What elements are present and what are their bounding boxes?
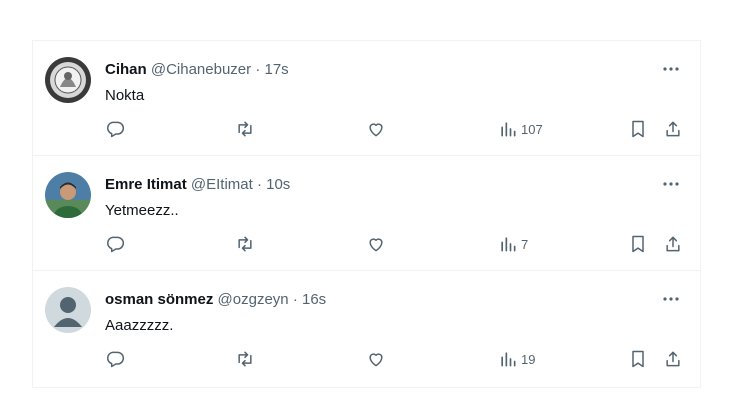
timestamp[interactable]: 16s <box>302 291 326 308</box>
user-handle[interactable]: @ozgzeyn <box>218 291 289 308</box>
more-icon[interactable] <box>660 59 682 79</box>
display-name[interactable]: osman sönmez <box>105 291 213 308</box>
retweet-icon <box>238 351 252 367</box>
timestamp[interactable]: 10s <box>266 176 290 193</box>
retweet-button[interactable] <box>235 349 255 369</box>
views-count: 107 <box>521 121 543 137</box>
reply-button[interactable] <box>105 234 125 254</box>
tweet-actions: 7 <box>33 234 700 258</box>
separator-dot: · <box>292 291 298 308</box>
views-icon <box>501 237 516 252</box>
avatar[interactable] <box>45 172 91 218</box>
avatar[interactable] <box>45 287 91 333</box>
bookmark-button[interactable] <box>628 119 648 139</box>
like-icon <box>369 353 383 367</box>
tweet-text: Nokta <box>105 87 145 104</box>
bookmark-icon <box>632 120 644 138</box>
bookmark-icon <box>632 350 644 368</box>
bookmark-button[interactable] <box>628 234 648 254</box>
reply-icon <box>107 121 125 138</box>
share-icon <box>666 351 680 367</box>
views-icon <box>501 122 516 137</box>
share-icon <box>666 121 680 137</box>
user-handle[interactable]: @Cihanebuzer <box>151 61 251 78</box>
reply-button[interactable] <box>105 119 125 139</box>
tweet-header: Cihan @Cihanebuzer · 17s <box>105 60 289 80</box>
tweet-text: Yetmeezz.. <box>105 202 179 219</box>
tweet-text: Aaazzzzz. <box>105 317 174 334</box>
tweet-feed: Cihan @Cihanebuzer · 17s Nokta 107 Emre … <box>32 40 701 388</box>
bookmark-icon <box>632 235 644 253</box>
like-icon <box>369 123 383 137</box>
tweet[interactable]: Emre Itimat @EItimat · 10s Yetmeezz.. 7 <box>33 156 700 271</box>
views-icon <box>501 352 516 367</box>
views-button[interactable]: 7 <box>498 234 528 254</box>
tweet-header: Emre Itimat @EItimat · 10s <box>105 175 290 195</box>
reply-button[interactable] <box>105 349 125 369</box>
like-button[interactable] <box>366 119 386 139</box>
retweet-icon <box>238 236 252 252</box>
tweet[interactable]: Cihan @Cihanebuzer · 17s Nokta 107 <box>33 41 700 156</box>
separator-dot: · <box>256 176 262 193</box>
tweet-actions: 107 <box>33 119 700 143</box>
user-handle[interactable]: @EItimat <box>191 176 253 193</box>
views-count: 19 <box>521 351 536 367</box>
tweet-header: osman sönmez @ozgzeyn · 16s <box>105 290 326 310</box>
like-icon <box>369 238 383 252</box>
display-name[interactable]: Cihan <box>105 61 147 78</box>
share-button[interactable] <box>663 234 683 254</box>
like-button[interactable] <box>366 349 386 369</box>
share-icon <box>666 236 680 252</box>
tweet-actions: 19 <box>33 349 700 373</box>
views-button[interactable]: 19 <box>498 349 535 369</box>
retweet-button[interactable] <box>235 234 255 254</box>
more-icon[interactable] <box>660 174 682 194</box>
avatar[interactable] <box>45 57 91 103</box>
more-icon[interactable] <box>660 289 682 309</box>
like-button[interactable] <box>366 234 386 254</box>
views-button[interactable]: 107 <box>498 119 543 139</box>
tweet[interactable]: osman sönmez @ozgzeyn · 16s Aaazzzzz. 19 <box>33 271 700 386</box>
display-name[interactable]: Emre Itimat <box>105 176 187 193</box>
share-button[interactable] <box>663 349 683 369</box>
separator-dot: · <box>255 61 261 78</box>
retweet-button[interactable] <box>235 119 255 139</box>
reply-icon <box>107 351 125 368</box>
timestamp[interactable]: 17s <box>264 61 288 78</box>
retweet-icon <box>238 121 252 137</box>
reply-icon <box>107 236 125 253</box>
bookmark-button[interactable] <box>628 349 648 369</box>
views-count: 7 <box>521 236 529 252</box>
share-button[interactable] <box>663 119 683 139</box>
